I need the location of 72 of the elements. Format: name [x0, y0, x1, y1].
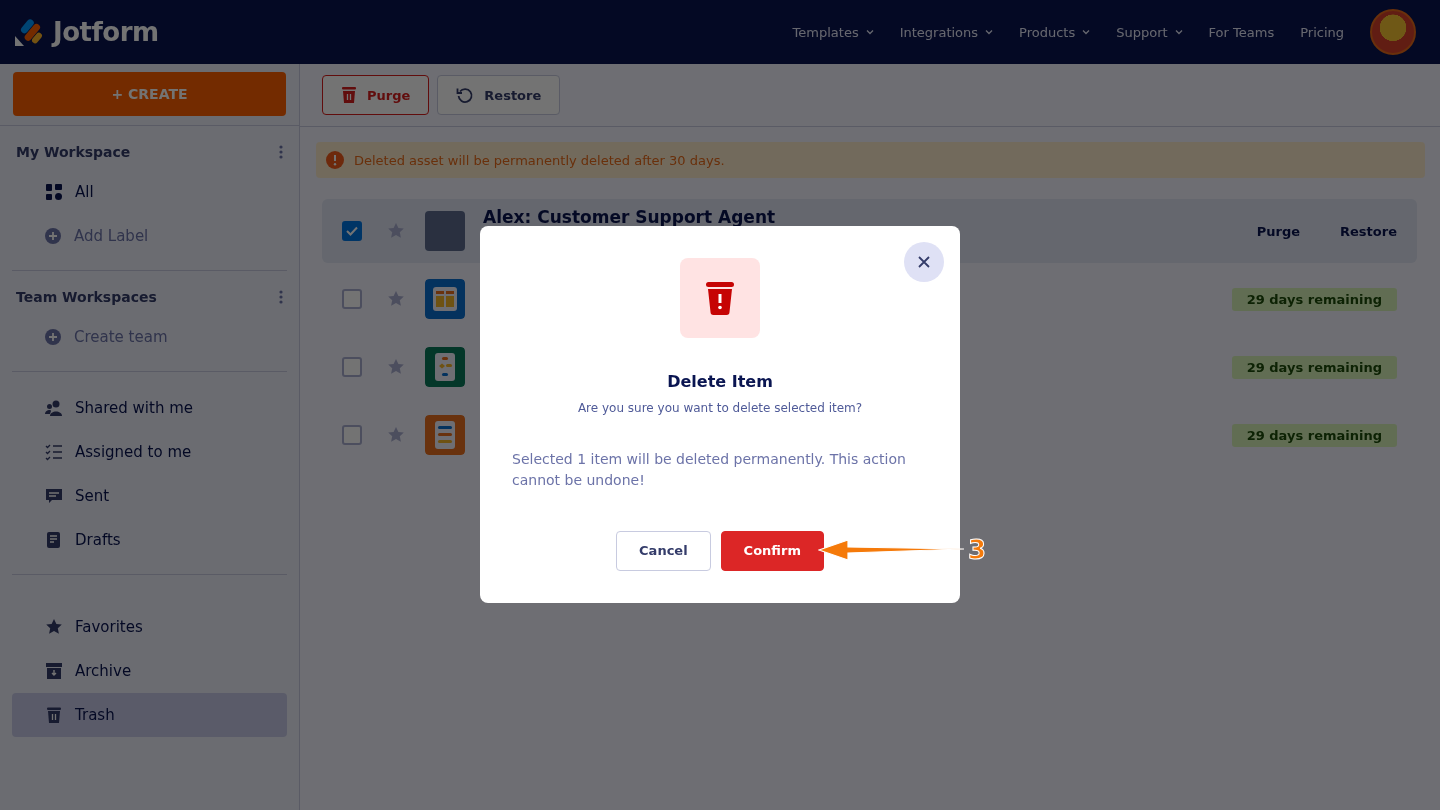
more-icon[interactable] [279, 145, 283, 159]
trash-icon [341, 86, 357, 104]
star-icon [45, 618, 63, 636]
days-remaining-badge: 29 days remaining [1231, 423, 1397, 447]
nav-link[interactable]: Support [1116, 24, 1183, 40]
warning-text: Deleted asset will be permanently deleted after 30 days. [354, 152, 725, 168]
sidebar-item[interactable]: Sent [12, 474, 287, 518]
days-remaining-badge: 29 days remaining [1231, 355, 1397, 379]
sidebar-item[interactable]: Trash [12, 693, 287, 737]
create-button[interactable]: + CREATE [13, 72, 286, 116]
row-action-link[interactable]: Purge [1256, 223, 1301, 239]
sidebar-item[interactable]: Assigned to me [12, 430, 287, 474]
close-button[interactable] [904, 241, 944, 282]
dialog-subtitle: Are you sure you want to delete selected item? [577, 400, 863, 415]
star-icon[interactable] [387, 222, 405, 240]
trash-warning-icon [680, 257, 760, 338]
sidebar-item[interactable]: Shared with me [12, 386, 287, 430]
section-heading: My Workspace [16, 144, 131, 160]
star-icon[interactable] [387, 358, 405, 376]
brand-name[interactable]: Jotform [53, 17, 159, 47]
sidebar-item[interactable]: Drafts [12, 518, 287, 562]
close-icon [918, 255, 930, 268]
chevron-down-icon [985, 29, 994, 35]
chevron-down-icon [865, 29, 874, 35]
asset-title[interactable]: Alex: Customer Support Agent [483, 207, 776, 227]
cancel-button[interactable]: Cancel [616, 530, 711, 571]
list-form-icon [425, 415, 465, 455]
star-icon[interactable] [387, 290, 405, 308]
days-remaining-badge: 29 days remaining [1231, 287, 1397, 311]
workflow-icon [425, 347, 465, 387]
checkbox[interactable] [342, 289, 362, 309]
row-action-link[interactable]: Restore [1340, 223, 1397, 239]
check-icon [346, 226, 358, 236]
nav-link[interactable]: Integrations [899, 24, 994, 40]
plus-circle-icon [44, 328, 62, 346]
checkbox[interactable] [342, 221, 362, 241]
form-icon [425, 279, 465, 319]
chevron-down-icon [1174, 29, 1183, 35]
sidebar-item[interactable]: Create team [12, 315, 287, 359]
trash-icon [45, 706, 63, 724]
message-icon [45, 487, 63, 505]
checkbox[interactable] [342, 357, 362, 377]
confirm-button[interactable]: Confirm [720, 530, 824, 571]
checkbox[interactable] [342, 425, 362, 445]
nav-link[interactable]: Products [1019, 24, 1091, 40]
more-icon[interactable] [279, 290, 283, 304]
people-icon [45, 399, 63, 417]
grid-icon [45, 183, 63, 201]
restore-button[interactable]: Restore [437, 75, 561, 115]
section-heading: Team Workspaces [16, 289, 157, 305]
nav-link[interactable]: For Teams [1208, 24, 1275, 40]
nav-link[interactable]: Templates [792, 24, 874, 40]
step-number: 3 [968, 534, 987, 565]
checklist-icon [45, 443, 63, 461]
undo-icon [456, 86, 475, 104]
chevron-down-icon [1082, 29, 1091, 35]
dialog-title: Delete Item [667, 371, 773, 391]
sidebar-item[interactable]: Favorites [12, 605, 287, 649]
sidebar-item[interactable]: Add Label [12, 214, 287, 258]
purge-button[interactable]: Purge [322, 75, 430, 115]
archive-icon [45, 662, 63, 680]
sidebar-item[interactable]: Archive [12, 649, 287, 693]
star-icon[interactable] [387, 426, 405, 444]
warning-icon [326, 151, 344, 169]
nav-link[interactable]: Pricing [1300, 24, 1344, 40]
photo-placeholder [425, 211, 465, 251]
document-icon [45, 531, 63, 549]
avatar[interactable] [1370, 9, 1416, 55]
logo-icon[interactable] [15, 18, 43, 46]
dialog-message: Selected 1 item will be deleted permanently. This action cannot be undone! [512, 449, 907, 490]
plus-circle-icon [44, 227, 62, 245]
sidebar-item[interactable]: All [12, 170, 287, 214]
